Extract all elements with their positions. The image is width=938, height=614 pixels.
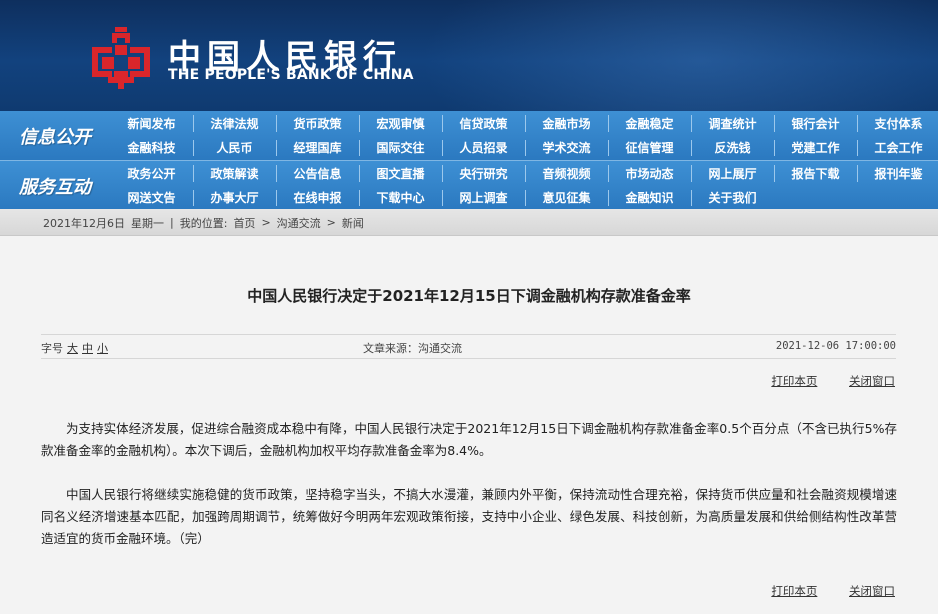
pboc-emblem-icon[interactable]	[88, 27, 154, 89]
breadcrumb-sep: >	[261, 216, 271, 229]
nav-item-service-6[interactable]: 市场动态	[608, 161, 691, 186]
nav-item-info-6[interactable]: 金融稳定	[608, 111, 691, 136]
nav-item-info-2[interactable]: 货币政策	[276, 111, 359, 136]
breadcrumb-sep: >	[326, 216, 336, 229]
nav-item-info-15[interactable]: 学术交流	[525, 136, 608, 161]
header-glow	[420, 0, 938, 111]
font-size-small-link[interactable]: 小	[97, 342, 108, 355]
font-size-large-link[interactable]: 大	[67, 342, 78, 355]
nav-item-info-14[interactable]: 人员招录	[442, 136, 525, 161]
site-header: 中国人民银行 THE PEOPLE'S BANK OF CHINA	[0, 0, 938, 111]
nav-item-service-4[interactable]: 央行研究	[442, 161, 525, 186]
nav-section-title-info: 信息公开	[19, 126, 91, 148]
location-label: 我的位置:	[179, 216, 228, 230]
breadcrumb-home-link[interactable]: 首页	[233, 215, 255, 231]
nav-item-info-17[interactable]: 反洗钱	[691, 136, 774, 161]
current-date: 2021年12月6日	[43, 216, 125, 230]
nav-item-info-9[interactable]: 支付体系	[857, 111, 938, 136]
nav-item-service-1[interactable]: 政策解读	[193, 161, 276, 186]
nav-item-info-16[interactable]: 征信管理	[608, 136, 691, 161]
article-actions-bottom: 打印本页 关闭窗口	[743, 583, 895, 599]
font-size-controls: 字号大中小	[41, 340, 108, 356]
close-window-link[interactable]: 关闭窗口	[849, 584, 895, 598]
nav-item-service-3[interactable]: 图文直播	[359, 161, 442, 186]
nav-item-info-12[interactable]: 经理国库	[276, 136, 359, 161]
nav-item-info-8[interactable]: 银行会计	[774, 111, 857, 136]
nav-item-service-0[interactable]: 政务公开	[110, 161, 193, 186]
nav-item-info-11[interactable]: 人民币	[193, 136, 276, 161]
font-size-medium-link[interactable]: 中	[82, 342, 93, 355]
print-page-link[interactable]: 打印本页	[771, 584, 817, 598]
article-source: 文章来源：沟通交流	[363, 342, 462, 355]
article-actions-top: 打印本页 关闭窗口	[743, 373, 895, 389]
nav-item-info-5[interactable]: 金融市场	[525, 111, 608, 136]
close-window-link[interactable]: 关闭窗口	[849, 374, 895, 388]
article-paragraph: 中国人民银行将继续实施稳健的货币政策，坚持稳字当头，不搞大水漫灌，兼顾内外平衡，…	[41, 487, 897, 546]
logo-english-name[interactable]: THE PEOPLE'S BANK OF CHINA	[168, 67, 414, 83]
nav-item-service-16[interactable]: 金融知识	[608, 186, 691, 211]
nav-item-service-13[interactable]: 下载中心	[359, 186, 442, 211]
nav-item-service-17[interactable]: 关于我们	[691, 186, 774, 211]
breadcrumb-bar: 2021年12月6日 星期一 | 我的位置: 首页 > 沟通交流 > 新闻	[0, 209, 938, 236]
nav-item-service-14[interactable]: 网上调查	[442, 186, 525, 211]
print-page-link[interactable]: 打印本页	[771, 374, 817, 388]
nav-item-service-10[interactable]: 网送文告	[110, 186, 193, 211]
nav-item-info-7[interactable]: 调查统计	[691, 111, 774, 136]
nav-item-service-8[interactable]: 报告下载	[774, 161, 857, 186]
article-meta: 字号大中小 文章来源：沟通交流 2021-12-06 17:00:00	[41, 334, 896, 359]
nav-item-info-4[interactable]: 信贷政策	[442, 111, 525, 136]
nav-section-service: 服务互动 政务公开 政策解读 公告信息 图文直播 央行研究 音频视频 市场动态 网上展厅 报告下…	[0, 160, 938, 209]
nav-item-info-1[interactable]: 法律法规	[193, 111, 276, 136]
nav-item-info-0[interactable]: 新闻发布	[110, 111, 193, 136]
current-weekday: 星期一	[131, 216, 164, 230]
article-title: 中国人民银行决定于2021年12月15日下调金融机构存款准备金率	[247, 287, 691, 305]
nav-section-title-service: 服务互动	[19, 176, 91, 198]
breadcrumb: 2021年12月6日 星期一 | 我的位置: 首页 > 沟通交流 > 新闻	[43, 209, 364, 236]
nav-item-info-13[interactable]: 国际交往	[359, 136, 442, 161]
nav-item-service-9[interactable]: 报刊年鉴	[857, 161, 938, 186]
nav-item-info-10[interactable]: 金融科技	[110, 136, 193, 161]
nav-item-service-11[interactable]: 办事大厅	[193, 186, 276, 211]
article-date: 2021-12-06 17:00:00	[775, 340, 896, 352]
nav-item-info-18[interactable]: 党建工作	[774, 136, 857, 161]
breadcrumb-current-link[interactable]: 新闻	[342, 215, 364, 231]
main-navigation: 信息公开 新闻发布 法律法规 货币政策 宏观审慎 信贷政策 金融市场 金融稳定 调查统计 银行会…	[0, 111, 938, 209]
nav-grid-service: 政务公开 政策解读 公告信息 图文直播 央行研究 音频视频 市场动态 网上展厅 报告下载 报刊年鉴…	[110, 161, 938, 210]
nav-item-service-7[interactable]: 网上展厅	[691, 161, 774, 186]
article-paragraph: 为支持实体经济发展，促进综合融资成本稳中有降，中国人民银行决定于2021年12月…	[41, 421, 897, 458]
breadcrumb-section-link[interactable]: 沟通交流	[277, 215, 321, 231]
nav-section-info: 信息公开 新闻发布 法律法规 货币政策 宏观审慎 信贷政策 金融市场 金融稳定 调查统计 银行会…	[0, 111, 938, 160]
nav-item-info-19[interactable]: 工会工作	[857, 136, 938, 161]
nav-item-service-5[interactable]: 音频视频	[525, 161, 608, 186]
nav-item-service-12[interactable]: 在线申报	[276, 186, 359, 211]
breadcrumb-divider: |	[170, 216, 174, 229]
nav-item-service-15[interactable]: 意见征集	[525, 186, 608, 211]
nav-grid-info: 新闻发布 法律法规 货币政策 宏观审慎 信贷政策 金融市场 金融稳定 调查统计 银行会计 支付体系…	[110, 111, 938, 160]
font-size-label: 字号	[41, 342, 63, 355]
nav-item-service-2[interactable]: 公告信息	[276, 161, 359, 186]
nav-item-info-3[interactable]: 宏观审慎	[359, 111, 442, 136]
